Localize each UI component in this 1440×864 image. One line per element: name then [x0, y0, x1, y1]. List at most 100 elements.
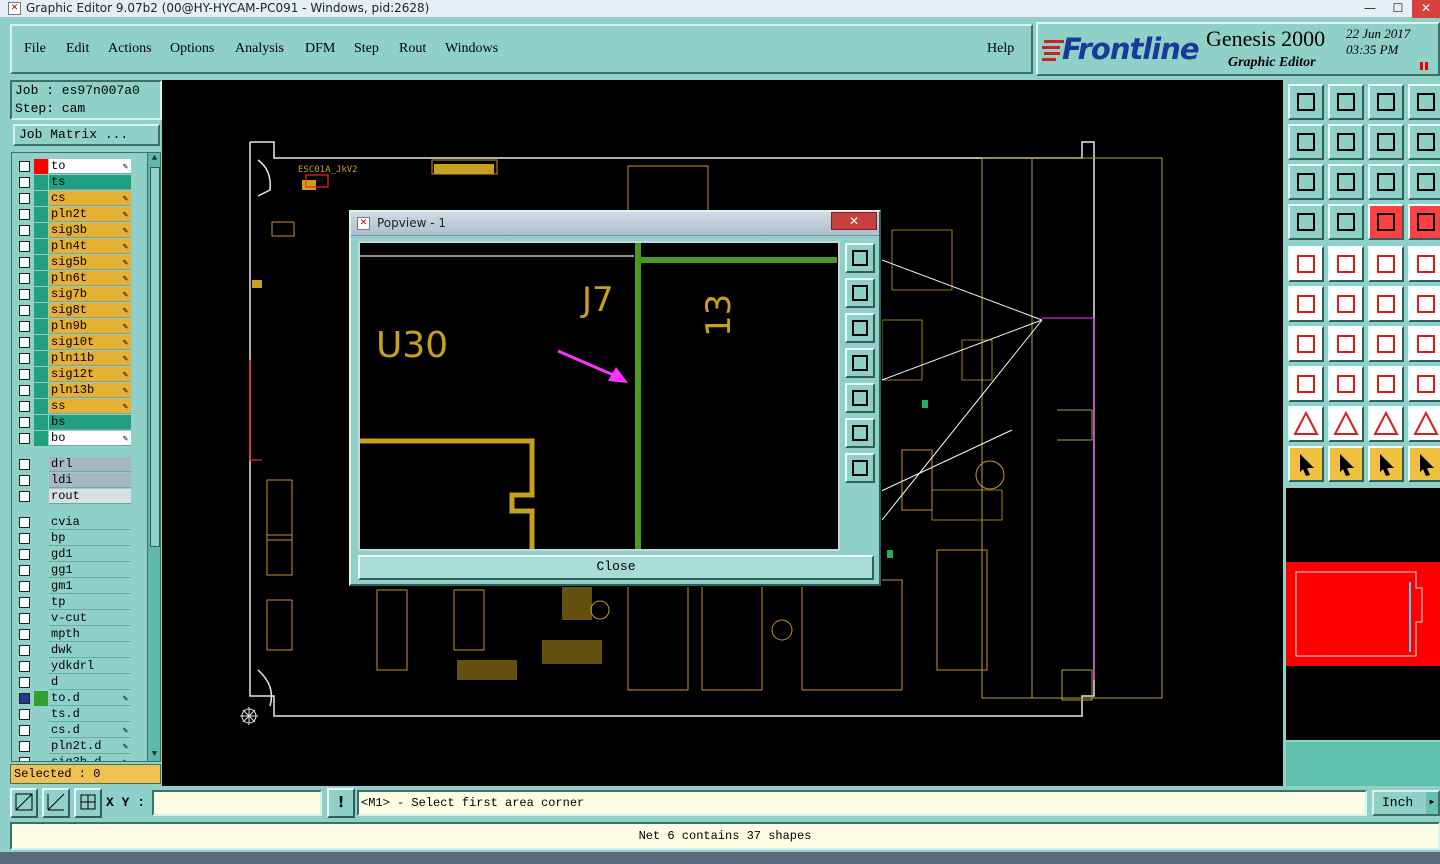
minimize-button[interactable]: —: [1356, 0, 1384, 18]
fit-icon[interactable]: [1288, 164, 1324, 200]
popview-zoom-icon[interactable]: [845, 243, 875, 273]
grid-icon[interactable]: [1328, 204, 1364, 240]
layer-checkbox[interactable]: [19, 517, 30, 528]
layer-color-swatch[interactable]: [34, 457, 48, 472]
popview-right-icon[interactable]: [845, 383, 875, 413]
save-icon[interactable]: [1328, 84, 1364, 120]
layer-name[interactable]: bp: [49, 531, 131, 546]
pointer-d-icon[interactable]: [1408, 446, 1440, 482]
layer-name[interactable]: ss ✎: [49, 399, 131, 414]
snap-icon[interactable]: [1368, 286, 1404, 322]
flip-icon[interactable]: [1408, 124, 1440, 160]
attributes-icon[interactable]: [1288, 204, 1324, 240]
layer-checkbox[interactable]: [19, 645, 30, 656]
layer-color-swatch[interactable]: [34, 271, 48, 286]
layer-name[interactable]: ts.d: [49, 707, 131, 722]
slash-icon[interactable]: [1328, 326, 1364, 362]
menu-step[interactable]: Step: [354, 41, 379, 57]
layer-color-swatch[interactable]: [34, 303, 48, 318]
layer-checkbox[interactable]: [19, 565, 30, 576]
exclamation-icon[interactable]: !: [327, 788, 355, 818]
shapes-icon[interactable]: [1408, 366, 1440, 402]
layer-name[interactable]: cvia: [49, 515, 131, 530]
layer-name[interactable]: pln13b ✎: [49, 383, 131, 398]
layer-name[interactable]: ydkdrl: [49, 659, 131, 674]
route-b-icon[interactable]: [1368, 406, 1404, 442]
layer-checkbox[interactable]: [19, 613, 30, 624]
layer-checkbox[interactable]: [19, 305, 30, 316]
popview-close-icon[interactable]: ✕: [831, 212, 877, 230]
maximize-button[interactable]: ☐: [1384, 0, 1412, 18]
layer-color-swatch[interactable]: [34, 207, 48, 222]
layer-name[interactable]: mpth: [49, 627, 131, 642]
popview-left-icon[interactable]: [845, 348, 875, 378]
layer-color-swatch[interactable]: [34, 399, 48, 414]
layer-color-swatch[interactable]: [34, 627, 48, 642]
layer-checkbox[interactable]: [19, 549, 30, 560]
target-icon[interactable]: [1368, 366, 1404, 402]
layer-name[interactable]: dwk: [49, 643, 131, 658]
menu-edit[interactable]: Edit: [66, 41, 89, 57]
zoom-area-icon[interactable]: [10, 788, 38, 818]
close-window-button[interactable]: ✕: [1412, 0, 1440, 18]
menu-file[interactable]: File: [24, 41, 46, 57]
layer-checkbox[interactable]: [19, 459, 30, 470]
connect-icon[interactable]: [1288, 286, 1324, 322]
menu-options[interactable]: Options: [170, 41, 214, 57]
layer-name[interactable]: pln9b ✎: [49, 319, 131, 334]
menu-dfm[interactable]: DFM: [305, 41, 335, 57]
layer-color-swatch[interactable]: [34, 239, 48, 254]
scale-icon[interactable]: [1368, 164, 1404, 200]
feature-icon[interactable]: [1328, 246, 1364, 282]
import-icon[interactable]: [1288, 124, 1324, 160]
layer-color-swatch[interactable]: [34, 489, 48, 504]
layer-checkbox[interactable]: [19, 177, 30, 188]
point-icon[interactable]: [1288, 366, 1324, 402]
layer-checkbox[interactable]: [19, 353, 30, 364]
menu-help[interactable]: Help: [987, 41, 1014, 57]
layer-checkbox[interactable]: [19, 597, 30, 608]
layer-checkbox[interactable]: [19, 161, 30, 172]
layer-color-swatch[interactable]: [34, 223, 48, 238]
layer-name[interactable]: rout: [49, 489, 131, 504]
menu-windows[interactable]: Windows: [445, 41, 498, 57]
layer-checkbox[interactable]: [19, 273, 30, 284]
pause-icon[interactable]: [1420, 62, 1428, 70]
layer-checkbox[interactable]: [19, 693, 30, 704]
triangle-icon[interactable]: [1288, 406, 1324, 442]
layer-name[interactable]: gg1: [49, 563, 131, 578]
layer-color-swatch[interactable]: [34, 755, 48, 761]
layer-checkbox[interactable]: [19, 629, 30, 640]
scroll-thumb[interactable]: [150, 167, 160, 547]
layer-checkbox[interactable]: [19, 193, 30, 204]
popview-fit-icon[interactable]: [845, 418, 875, 448]
layer-name[interactable]: v-cut: [49, 611, 131, 626]
swap-icon[interactable]: [1368, 124, 1404, 160]
minus-icon[interactable]: [1328, 366, 1364, 402]
popview-canvas[interactable]: U30 J7 13: [358, 241, 840, 551]
layer-checkbox[interactable]: [19, 661, 30, 672]
route-c-icon[interactable]: [1408, 406, 1440, 442]
layer-checkbox[interactable]: [19, 225, 30, 236]
layer-color-swatch[interactable]: [34, 531, 48, 546]
layer-name[interactable]: pln2t ✎: [49, 207, 131, 222]
menu-analysis[interactable]: Analysis: [235, 41, 284, 57]
layer-name[interactable]: d: [49, 675, 131, 690]
pointer-c-icon[interactable]: [1368, 446, 1404, 482]
menu-rout[interactable]: Rout: [399, 41, 426, 57]
layer-name[interactable]: sig7b ✎: [49, 287, 131, 302]
layer-name[interactable]: bo ✎: [49, 431, 131, 446]
ruler-icon[interactable]: [1368, 246, 1404, 282]
popview-close-button[interactable]: Close: [358, 555, 874, 580]
layer-name[interactable]: ts: [49, 175, 131, 190]
layer-color-swatch[interactable]: [34, 351, 48, 366]
layer-color-swatch[interactable]: [34, 739, 48, 754]
line-icon[interactable]: [1288, 326, 1324, 362]
layer-checkbox[interactable]: [19, 385, 30, 396]
layer-name[interactable]: cs ✎: [49, 191, 131, 206]
flag-icon[interactable]: [1408, 326, 1440, 362]
center-icon[interactable]: [1328, 164, 1364, 200]
layer-checkbox[interactable]: [19, 725, 30, 736]
layer-color-swatch[interactable]: [34, 175, 48, 190]
layer-name[interactable]: drl: [49, 457, 131, 472]
